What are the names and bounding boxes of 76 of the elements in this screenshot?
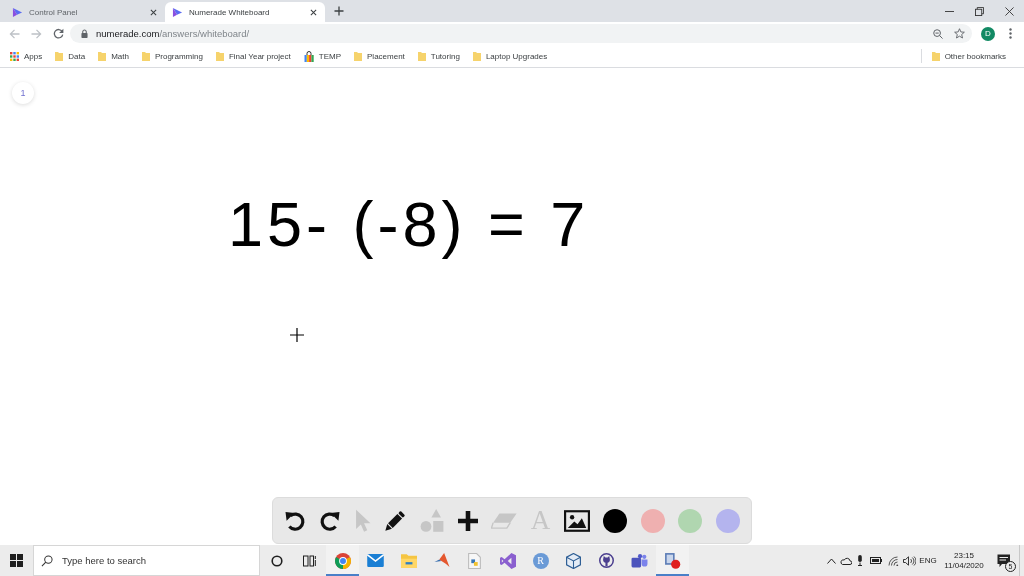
- bookmark-item[interactable]: Data: [55, 51, 86, 61]
- crosshair-cursor-icon: [290, 328, 304, 342]
- ribbon-icon: [499, 552, 516, 569]
- color-swatch-icon[interactable]: [640, 508, 665, 533]
- chevron-up-icon[interactable]: [826, 557, 836, 564]
- undo-icon[interactable]: [283, 509, 306, 532]
- team-icon: [631, 553, 648, 568]
- redo-icon[interactable]: [319, 509, 342, 532]
- taskbar-app-button[interactable]: [326, 545, 359, 576]
- url-text: numerade.com/answers/whiteboard/: [96, 28, 251, 39]
- bookmark-item[interactable]: Math: [98, 51, 129, 61]
- bag-icon: [303, 50, 314, 62]
- folder-icon: [400, 553, 417, 568]
- pencil-icon[interactable]: [384, 509, 407, 532]
- bookmark-item[interactable]: Laptop Upgrades: [472, 51, 548, 61]
- folder-icon: [354, 51, 362, 61]
- clock-time[interactable]: 23:15: [954, 550, 974, 561]
- folder-icon: [472, 51, 481, 61]
- page-number[interactable]: 1: [12, 82, 34, 104]
- search-field[interactable]: Type here to search: [33, 545, 260, 576]
- logo-icon: [172, 6, 183, 18]
- new-tab-icon[interactable]: [334, 6, 344, 16]
- taskbar-app-button[interactable]: [656, 545, 689, 576]
- bookmark-item[interactable]: Other bookmarks: [931, 51, 1006, 61]
- clock-date[interactable]: 11/04/2020: [944, 560, 984, 571]
- reload-icon[interactable]: [52, 28, 64, 39]
- profile-avatar[interactable]: D: [981, 26, 995, 41]
- peak-icon: [433, 553, 450, 568]
- lock-icon: [81, 29, 88, 38]
- cube-icon: [566, 552, 581, 569]
- microphone-icon[interactable]: [857, 555, 863, 566]
- bookmark-item[interactable]: Programming: [141, 51, 203, 61]
- cat-icon: [599, 553, 614, 568]
- bookmark-item[interactable]: Tutoring: [417, 51, 460, 61]
- address-bar[interactable]: numerade.com/answers/whiteboard/: [70, 24, 972, 43]
- bookmark-item[interactable]: Final Year project: [215, 51, 291, 61]
- battery-icon[interactable]: [870, 557, 882, 564]
- speaker-icon[interactable]: [902, 555, 916, 566]
- zoom-out-icon[interactable]: [933, 28, 943, 39]
- search-icon: [41, 554, 53, 567]
- image-icon[interactable]: [563, 509, 590, 532]
- folder-icon: [215, 51, 224, 61]
- color-swatch-icon[interactable]: [678, 508, 703, 533]
- menu-icon[interactable]: [1008, 28, 1012, 39]
- apps-grid-icon: [10, 51, 19, 61]
- r-logo: R: [532, 552, 549, 569]
- envelope-icon: [367, 554, 384, 567]
- script-icon: [468, 552, 481, 569]
- notification-icon[interactable]: [997, 553, 1011, 568]
- browser-icon: [334, 552, 351, 569]
- close-icon[interactable]: [1004, 6, 1014, 16]
- close-icon[interactable]: [150, 8, 157, 16]
- browser-tab[interactable]: Control Panel: [8, 2, 165, 22]
- folder-icon: [141, 51, 150, 61]
- ring-icon[interactable]: [270, 554, 283, 567]
- star-icon[interactable]: [954, 28, 965, 39]
- folder-icon: [55, 51, 64, 61]
- screen-record-icon: [664, 552, 681, 569]
- bookmark-item[interactable]: TEMP: [303, 50, 341, 62]
- folder-icon: [931, 51, 940, 61]
- cloud-icon[interactable]: [840, 556, 852, 565]
- browser-tab[interactable]: Numerade Whiteboard: [165, 2, 325, 22]
- bookmark-item[interactable]: Apps: [10, 51, 43, 61]
- wifi-icon[interactable]: [887, 555, 899, 566]
- logo-icon: [12, 6, 23, 18]
- close-icon[interactable]: [310, 8, 317, 16]
- start-icon[interactable]: [10, 554, 23, 567]
- language-indicator[interactable]: ENG: [917, 545, 939, 576]
- folder-icon: [98, 51, 107, 61]
- restore-icon[interactable]: [974, 6, 984, 16]
- plus-icon[interactable]: [457, 510, 478, 531]
- color-swatch-icon[interactable]: [716, 508, 741, 533]
- folder-icon: [417, 51, 426, 61]
- color-swatch-icon[interactable]: [603, 508, 628, 533]
- bookmark-item[interactable]: Placement: [354, 51, 405, 61]
- task-view-icon[interactable]: [303, 554, 316, 567]
